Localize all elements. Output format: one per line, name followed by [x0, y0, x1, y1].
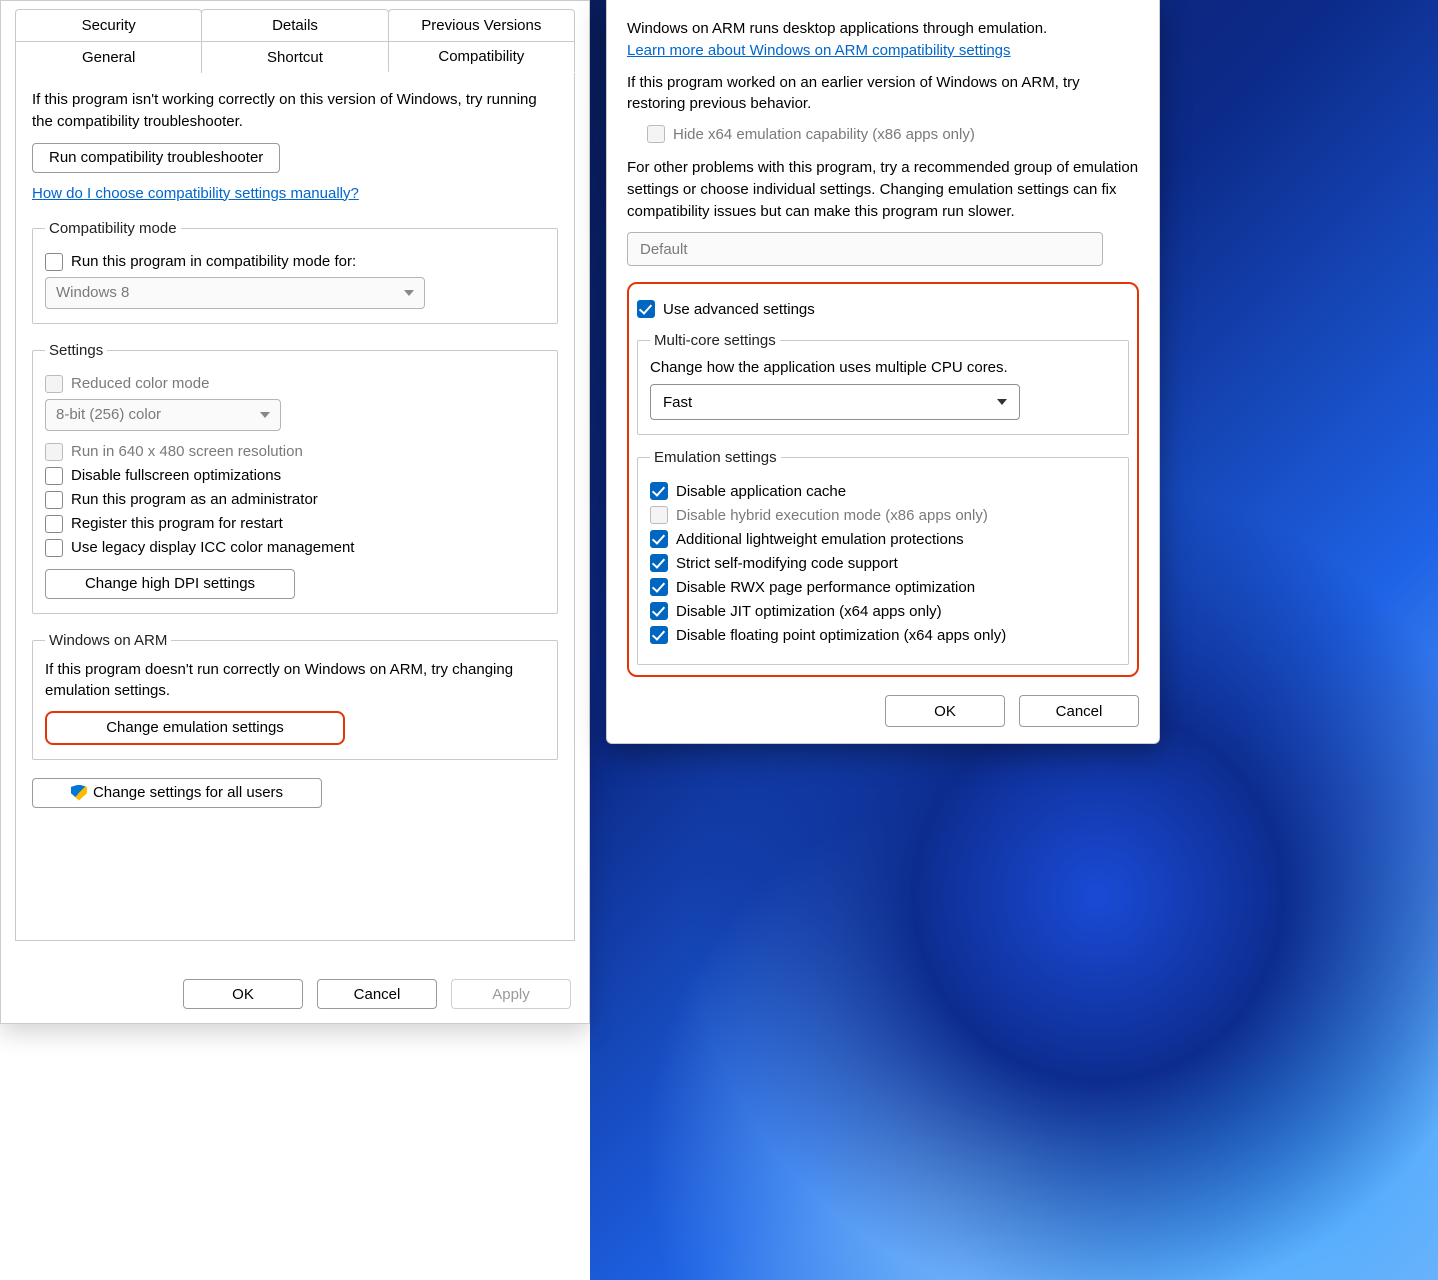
- checkbox-reduced-color: [45, 375, 63, 393]
- select-compat-os-value: Windows 8: [56, 284, 129, 301]
- label-emulation-option: Disable application cache: [676, 483, 846, 500]
- checkbox-emulation-option[interactable]: [650, 602, 668, 620]
- shield-icon: [71, 785, 87, 801]
- advanced-settings-highlight: Use advanced settings Multi-core setting…: [627, 282, 1139, 677]
- checkbox-run-640: [45, 443, 63, 461]
- label-emulation-option: Disable RWX page performance optimizatio…: [676, 579, 975, 596]
- change-emulation-settings-button[interactable]: Change emulation settings: [45, 711, 345, 745]
- chevron-down-icon: [997, 399, 1007, 405]
- emulation-option-row: Disable application cache: [650, 482, 1116, 500]
- label-run-640: Run in 640 x 480 screen resolution: [71, 443, 303, 460]
- label-emulation-option: Strict self-modifying code support: [676, 555, 898, 572]
- checkbox-disable-fullscreen[interactable]: [45, 467, 63, 485]
- ok-button[interactable]: OK: [183, 979, 303, 1009]
- legend-settings: Settings: [45, 342, 107, 359]
- checkbox-emulation-option[interactable]: [650, 578, 668, 596]
- group-multicore: Multi-core settings Change how the appli…: [637, 332, 1129, 435]
- select-color-depth-value: 8-bit (256) color: [56, 406, 161, 423]
- label-run-admin: Run this program as an administrator: [71, 491, 318, 508]
- label-disable-fullscreen: Disable fullscreen optimizations: [71, 467, 281, 484]
- apply-button: Apply: [451, 979, 571, 1009]
- legend-compat-mode: Compatibility mode: [45, 220, 181, 237]
- emulation-option-row: Disable RWX page performance optimizatio…: [650, 578, 1116, 596]
- label-use-advanced: Use advanced settings: [663, 301, 815, 318]
- select-preset[interactable]: Default: [627, 232, 1103, 266]
- tab-details[interactable]: Details: [201, 9, 388, 41]
- text-multicore: Change how the application uses multiple…: [650, 359, 1116, 376]
- tab-general[interactable]: General: [15, 41, 202, 73]
- select-multicore[interactable]: Fast: [650, 384, 1020, 420]
- emulation-option-row: Additional lightweight emulation protect…: [650, 530, 1116, 548]
- properties-dialog: Security Details Previous Versions Gener…: [0, 0, 590, 1024]
- label-emulation-option: Additional lightweight emulation protect…: [676, 531, 964, 548]
- text-arm: If this program doesn't run correctly on…: [45, 659, 545, 701]
- legend-arm: Windows on ARM: [45, 632, 171, 649]
- select-preset-value: Default: [640, 241, 688, 258]
- select-compat-os[interactable]: Windows 8: [45, 277, 425, 309]
- help-link[interactable]: How do I choose compatibility settings m…: [32, 185, 359, 202]
- emulation-option-row: Strict self-modifying code support: [650, 554, 1116, 572]
- checkbox-register-restart[interactable]: [45, 515, 63, 533]
- tab-strip: Security Details Previous Versions Gener…: [1, 9, 589, 73]
- label-reduced-color: Reduced color mode: [71, 375, 209, 392]
- select-color-depth: 8-bit (256) color: [45, 399, 281, 431]
- legend-emulation: Emulation settings: [650, 449, 781, 466]
- checkbox-legacy-icc[interactable]: [45, 539, 63, 557]
- label-hide-x64: Hide x64 emulation capability (x86 apps …: [673, 126, 975, 143]
- label-emulation-option: Disable hybrid execution mode (x86 apps …: [676, 507, 988, 524]
- group-settings: Settings Reduced color mode 8-bit (256) …: [32, 342, 558, 614]
- label-legacy-icc: Use legacy display ICC color management: [71, 539, 354, 556]
- group-compatibility-mode: Compatibility mode Run this program in c…: [32, 220, 558, 324]
- text-restore-previous: If this program worked on an earlier ver…: [627, 72, 1139, 116]
- change-settings-all-users-button[interactable]: Change settings for all users: [32, 778, 322, 808]
- checkbox-use-advanced[interactable]: [637, 300, 655, 318]
- tab-compatibility[interactable]: Compatibility: [388, 41, 575, 73]
- cancel-button[interactable]: Cancel: [317, 979, 437, 1009]
- ok-button[interactable]: OK: [885, 695, 1005, 727]
- chevron-down-icon: [260, 412, 270, 418]
- tab-security[interactable]: Security: [15, 9, 202, 41]
- intro-text: If this program isn't working correctly …: [32, 89, 558, 133]
- checkbox-compat-mode-label: Run this program in compatibility mode f…: [71, 253, 356, 270]
- group-emulation-settings: Emulation settings Disable application c…: [637, 449, 1129, 665]
- text-arm-intro-line: Windows on ARM runs desktop applications…: [627, 20, 1047, 37]
- emulation-settings-dialog: Windows on ARM runs desktop applications…: [606, 0, 1160, 744]
- compatibility-panel: If this program isn't working correctly …: [15, 73, 575, 941]
- checkbox-emulation-option: [650, 506, 668, 524]
- chevron-down-icon: [404, 290, 414, 296]
- learn-more-link[interactable]: Learn more about Windows on ARM compatib…: [627, 42, 1011, 59]
- group-windows-on-arm: Windows on ARM If this program doesn't r…: [32, 632, 558, 760]
- emulation-option-row: Disable JIT optimization (x64 apps only): [650, 602, 1116, 620]
- emulation-option-row: Disable hybrid execution mode (x86 apps …: [650, 506, 1116, 524]
- text-other-problems: For other problems with this program, tr…: [627, 157, 1139, 222]
- change-high-dpi-button[interactable]: Change high DPI settings: [45, 569, 295, 599]
- emulation-option-row: Disable floating point optimization (x64…: [650, 626, 1116, 644]
- label-emulation-option: Disable JIT optimization (x64 apps only): [676, 603, 942, 620]
- label-change-all-users: Change settings for all users: [93, 784, 283, 801]
- checkbox-run-admin[interactable]: [45, 491, 63, 509]
- legend-multicore: Multi-core settings: [650, 332, 780, 349]
- label-register-restart: Register this program for restart: [71, 515, 283, 532]
- checkbox-emulation-option[interactable]: [650, 482, 668, 500]
- tab-previous-versions[interactable]: Previous Versions: [388, 9, 575, 41]
- select-multicore-value: Fast: [663, 394, 692, 411]
- checkbox-emulation-option[interactable]: [650, 626, 668, 644]
- text-arm-intro: Windows on ARM runs desktop applications…: [627, 18, 1139, 62]
- cancel-button[interactable]: Cancel: [1019, 695, 1139, 727]
- checkbox-emulation-option[interactable]: [650, 530, 668, 548]
- checkbox-emulation-option[interactable]: [650, 554, 668, 572]
- label-emulation-option: Disable floating point optimization (x64…: [676, 627, 1006, 644]
- checkbox-hide-x64: [647, 125, 665, 143]
- tab-shortcut[interactable]: Shortcut: [201, 41, 388, 73]
- run-troubleshooter-button[interactable]: Run compatibility troubleshooter: [32, 143, 280, 173]
- checkbox-compat-mode[interactable]: [45, 253, 63, 271]
